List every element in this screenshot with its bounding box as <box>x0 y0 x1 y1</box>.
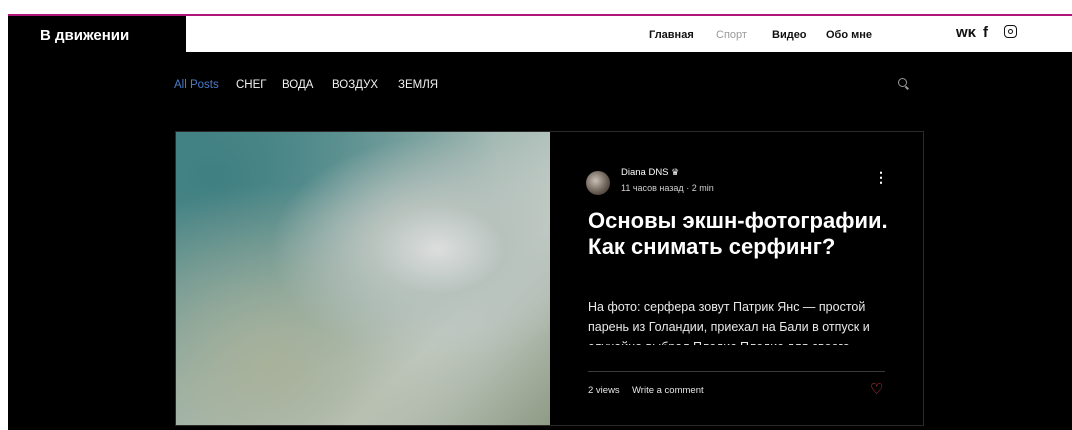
read-time: 2 min <box>691 183 714 193</box>
views-count: 2 views <box>588 385 620 396</box>
vk-icon[interactable]: ᴡᴋ <box>956 24 976 41</box>
crown-icon: ♛ <box>671 167 680 177</box>
category-earth[interactable]: ЗЕМЛЯ <box>398 79 438 91</box>
author-name[interactable]: Diana DNS <box>621 167 669 178</box>
post-excerpt: На фото: серфера зовут Патрик Янс — прос… <box>588 300 870 345</box>
category-snow[interactable]: СНЕГ <box>236 79 267 91</box>
post-cover-image[interactable] <box>176 132 550 425</box>
page-frame: В движении Главная Спорт Видео Обо мне ᴡ… <box>8 14 1072 430</box>
instagram-icon[interactable] <box>1004 25 1017 38</box>
post-time: 11 часов назад <box>621 183 684 193</box>
facebook-icon[interactable]: f <box>983 24 988 41</box>
category-water[interactable]: ВОДА <box>282 79 313 91</box>
post-meta: 11 часов назад · 2 min <box>621 183 714 193</box>
category-air[interactable]: ВОЗДУХ <box>332 79 378 91</box>
post-card[interactable]: Diana DNS ♛ 11 часов назад · 2 min ⋮ Осн… <box>175 131 924 426</box>
post-title[interactable]: Основы экшн-фотографии. Как снимать серф… <box>588 208 888 260</box>
card-divider <box>588 371 885 372</box>
top-navigation-bar: Главная Спорт Видео Обо мне ᴡᴋ f <box>186 16 1072 52</box>
more-options-icon[interactable]: ⋮ <box>874 170 888 184</box>
nav-about[interactable]: Обо мне <box>826 29 872 41</box>
author-avatar[interactable] <box>586 171 610 195</box>
nav-home[interactable]: Главная <box>649 29 694 41</box>
category-all-posts[interactable]: All Posts <box>174 79 219 91</box>
write-comment-link[interactable]: Write a comment <box>632 385 704 396</box>
site-brand[interactable]: В движении <box>40 27 129 44</box>
nav-sport[interactable]: Спорт <box>716 29 747 41</box>
nav-video[interactable]: Видео <box>772 29 807 41</box>
brand-area: В движении <box>8 16 186 52</box>
search-icon[interactable] <box>898 78 907 87</box>
heart-icon[interactable]: ♡ <box>870 380 883 398</box>
author-name-row[interactable]: Diana DNS ♛ <box>621 167 679 178</box>
